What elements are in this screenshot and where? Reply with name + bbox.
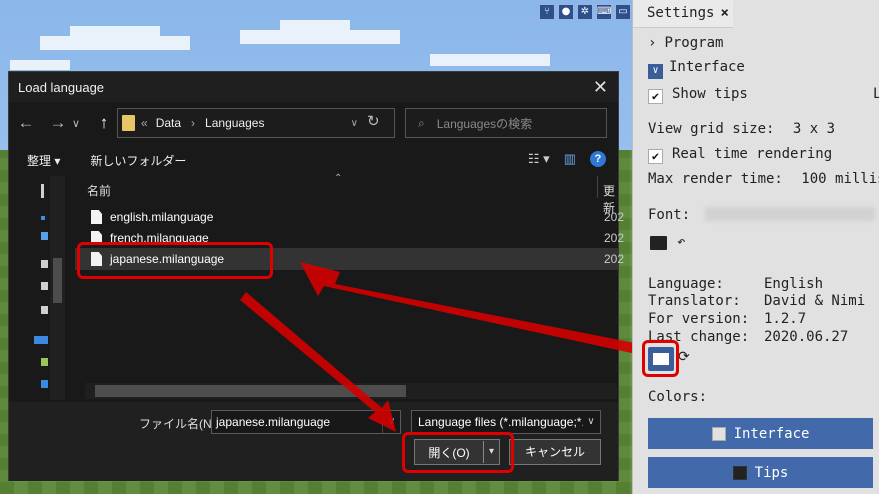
view-grid-label: View grid size: [648, 121, 775, 137]
tips-color-button[interactable]: Tips [648, 457, 873, 488]
view-grid-size: View grid size: 3 x 3 [648, 121, 835, 137]
arrow-to-file [300, 262, 640, 354]
show-tips-label: Show tips [672, 86, 748, 102]
real-time-label: Real time rendering [672, 146, 833, 162]
max-render-time: Max render time: 100 millise [648, 171, 879, 187]
color-swatch [711, 426, 726, 441]
view-grid-value[interactable]: 3 x 3 [793, 121, 835, 137]
reload-icon[interactable]: ⟳ [678, 349, 690, 365]
real-time-rendering-checkbox[interactable]: ✔ Real time rendering [648, 146, 832, 164]
check-icon: ✔ [648, 149, 663, 164]
settings-panel: Settings × › Program ∨ Interface ✔ Show tips… [632, 0, 879, 494]
translator-row: Translator: David & Nimi [648, 293, 866, 309]
interface-color-button[interactable]: Interface [648, 418, 873, 449]
tab-settings-label: Settings [647, 5, 715, 21]
colors-label: Colors: [648, 389, 708, 405]
reset-icon[interactable]: ↶ [677, 234, 685, 250]
max-render-label: Max render time: [648, 171, 783, 187]
arrow-to-open [240, 292, 396, 432]
language-row: Language: English [648, 276, 824, 292]
section-program[interactable]: › Program [648, 35, 723, 51]
version-row: For version: 1.2.7 [648, 311, 807, 327]
tab-settings[interactable]: Settings × [633, 0, 733, 28]
close-icon[interactable]: × [720, 5, 728, 21]
section-program-label: Program [664, 35, 724, 51]
chevron-right-icon: › [648, 35, 657, 51]
max-render-value[interactable]: 100 millise [801, 171, 879, 187]
font-label: Font: [648, 207, 691, 223]
interface-color-label: Interface [733, 425, 810, 442]
chevron-down-icon: ∨ [648, 64, 663, 79]
font-path-blurred [705, 207, 875, 221]
truncated-text: L [873, 86, 879, 102]
section-interface-label: Interface [669, 59, 745, 75]
folder-icon[interactable] [650, 236, 667, 250]
show-tips-checkbox[interactable]: ✔ Show tips [648, 86, 748, 104]
section-interface[interactable]: ∨ Interface [648, 59, 745, 79]
tips-color-label: Tips [754, 464, 789, 481]
color-swatch [732, 465, 747, 480]
highlight-box-folder [642, 340, 679, 377]
check-icon: ✔ [648, 89, 663, 104]
